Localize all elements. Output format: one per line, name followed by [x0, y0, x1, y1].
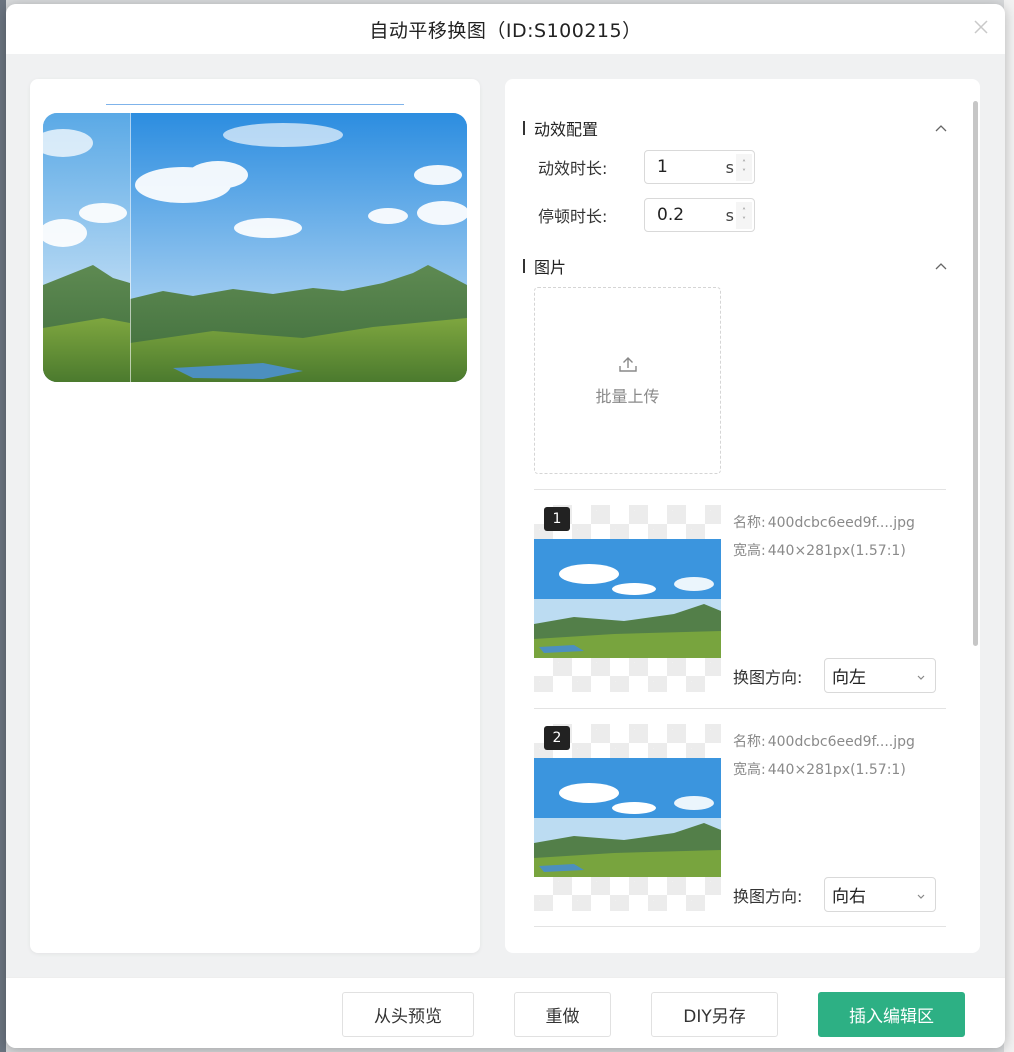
- pause-stepper[interactable]: ˄ ˅: [736, 202, 752, 229]
- landscape-thumbnail-graphic: [534, 539, 721, 658]
- duration-unit: s: [725, 157, 734, 177]
- backdrop-right-edge: [1004, 0, 1014, 1052]
- chevron-up-icon[interactable]: [935, 260, 947, 272]
- divider: [534, 489, 946, 490]
- section-marker: [523, 259, 525, 273]
- modal-title: 自动平移换图（ID:S100215）: [369, 19, 642, 42]
- chevron-up-icon[interactable]: [935, 122, 947, 134]
- pause-label: 停顿时长:: [538, 207, 608, 226]
- auto-pan-modal: 自动平移换图（ID:S100215） 动效配置 动效时长: 1 s ˄ ˅ 停顿…: [6, 4, 1005, 1048]
- upload-icon: [618, 355, 638, 377]
- diy-save-as-button[interactable]: DIY另存: [651, 992, 778, 1037]
- duration-value: 1: [657, 157, 668, 177]
- image-name-meta: 名称: 400dcbc6eed9f....jpg: [733, 731, 915, 751]
- stepper-down-icon[interactable]: ˅: [742, 216, 746, 225]
- direction-row: 换图方向: 向右: [733, 877, 936, 912]
- image-thumbnail[interactable]: 1: [534, 505, 721, 692]
- upload-label: 批量上传: [595, 386, 660, 406]
- chevron-down-icon: [917, 885, 925, 904]
- section-title-animation: 动效配置: [534, 120, 599, 139]
- direction-row: 换图方向: 向左: [733, 658, 936, 693]
- pause-row: 停顿时长: 0.2 s ˄ ˅: [538, 198, 755, 232]
- section-title-images: 图片: [534, 258, 567, 277]
- direction-label: 换图方向:: [733, 886, 803, 906]
- section-animation-config[interactable]: 动效配置: [523, 116, 947, 140]
- divider: [534, 926, 946, 927]
- image-list-item-2: 2 名称: 400dcbc6eed9f....jpg 宽高: 440×281px(1…: [534, 724, 946, 912]
- preview-panel: [30, 79, 480, 953]
- direction-select[interactable]: 向右: [824, 877, 936, 912]
- landscape-preview-graphic: [43, 113, 467, 382]
- replay-preview-button[interactable]: 从头预览: [342, 992, 474, 1037]
- close-icon[interactable]: [971, 18, 991, 38]
- name-key: 名称:: [733, 734, 766, 750]
- name-value: 400dcbc6eed9f....jpg: [767, 515, 915, 531]
- section-images[interactable]: 图片: [523, 254, 947, 278]
- size-key: 宽高:: [733, 762, 766, 778]
- modal-footer: 从头预览 重做 DIY另存 插入编辑区: [6, 977, 1005, 1048]
- stepper-up-icon[interactable]: ˄: [742, 159, 746, 168]
- divider: [534, 708, 946, 709]
- insert-to-editor-button[interactable]: 插入编辑区: [818, 992, 965, 1037]
- duration-label: 动效时长:: [538, 159, 608, 178]
- image-list-item-1: 1 名称: 400dcbc6eed9f....jpg 宽高: 440×281px(1…: [534, 505, 946, 693]
- image-thumbnail[interactable]: 2: [534, 724, 721, 911]
- landscape-thumbnail-graphic: [534, 758, 721, 877]
- image-size-meta: 宽高: 440×281px(1.57:1): [733, 540, 906, 560]
- preview-progress-line: [106, 104, 404, 105]
- stepper-up-icon[interactable]: ˄: [742, 207, 746, 216]
- pause-value: 0.2: [657, 205, 685, 225]
- size-key: 宽高:: [733, 543, 766, 559]
- duration-row: 动效时长: 1 s ˄ ˅: [538, 150, 755, 184]
- image-index-badge: 2: [544, 726, 570, 750]
- pause-input[interactable]: 0.2 s ˄ ˅: [644, 198, 755, 232]
- scrollbar-thumb[interactable]: [973, 101, 978, 646]
- direction-label: 换图方向:: [733, 667, 803, 687]
- batch-upload-button[interactable]: 批量上传: [534, 287, 721, 474]
- name-value: 400dcbc6eed9f....jpg: [767, 734, 915, 750]
- direction-value: 向左: [832, 668, 866, 688]
- name-key: 名称:: [733, 515, 766, 531]
- size-value: 440×281px(1.57:1): [767, 762, 906, 778]
- direction-value: 向右: [832, 887, 866, 907]
- modal-header: 自动平移换图（ID:S100215）: [6, 4, 1005, 54]
- size-value: 440×281px(1.57:1): [767, 543, 906, 559]
- chevron-down-icon: [917, 666, 925, 685]
- image-name-meta: 名称: 400dcbc6eed9f....jpg: [733, 512, 915, 532]
- duration-input[interactable]: 1 s ˄ ˅: [644, 150, 755, 184]
- stepper-down-icon[interactable]: ˅: [742, 168, 746, 177]
- preview-image: [43, 113, 467, 382]
- redo-button[interactable]: 重做: [514, 992, 611, 1037]
- pause-unit: s: [725, 205, 734, 225]
- section-marker: [523, 121, 525, 135]
- image-size-meta: 宽高: 440×281px(1.57:1): [733, 759, 906, 779]
- direction-select[interactable]: 向左: [824, 658, 936, 693]
- image-index-badge: 1: [544, 507, 570, 531]
- config-panel: 动效配置 动效时长: 1 s ˄ ˅ 停顿时长: 0.2 s ˄ ˅ 图片 批量…: [505, 79, 980, 953]
- duration-stepper[interactable]: ˄ ˅: [736, 154, 752, 181]
